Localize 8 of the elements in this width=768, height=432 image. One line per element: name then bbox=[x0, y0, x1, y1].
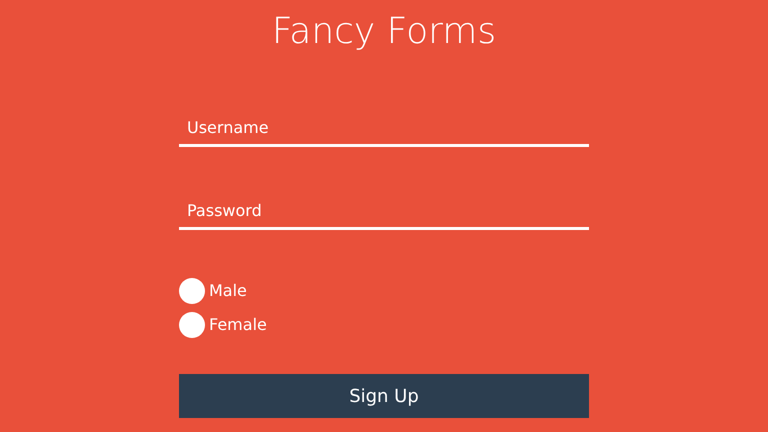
form-title: Fancy Forms bbox=[270, 10, 498, 50]
radio-button[interactable] bbox=[179, 278, 205, 304]
sign-up-button[interactable]: Sign Up bbox=[179, 374, 589, 418]
input-field[interactable]: Password bbox=[179, 195, 589, 230]
radio-label: Male bbox=[209, 280, 247, 302]
radio-label: Female bbox=[209, 314, 267, 336]
radio-button[interactable] bbox=[179, 312, 205, 338]
input-field[interactable]: Username bbox=[179, 112, 589, 147]
